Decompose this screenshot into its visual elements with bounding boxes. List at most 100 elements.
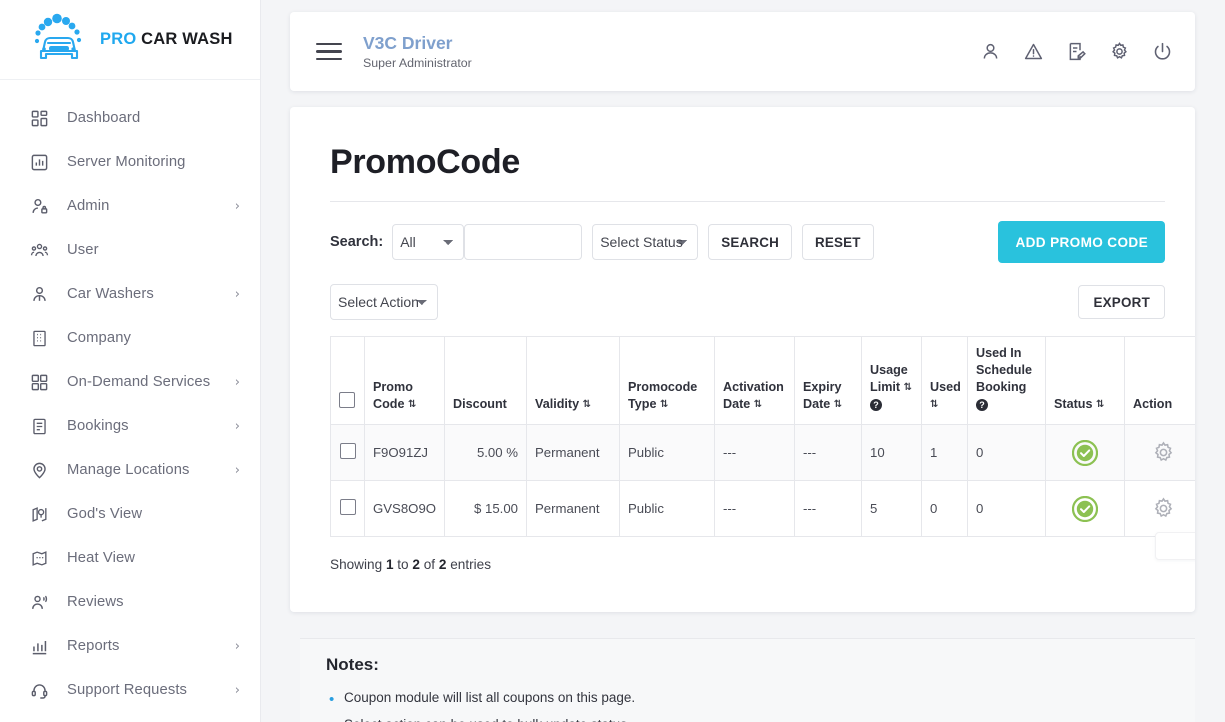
- sort-icon[interactable]: ⇅: [754, 398, 762, 412]
- alert-triangle-icon[interactable]: [1022, 41, 1044, 63]
- building-icon: [28, 327, 50, 349]
- table-head: Promo Code ⇅ Discount Validity ⇅ Promoco…: [330, 336, 1195, 425]
- settings-gear-icon[interactable]: [1151, 496, 1176, 521]
- brand-block: V3C Driver Super Administrator: [363, 33, 472, 70]
- sidebar-item-manage-locations[interactable]: Manage Locations ›: [0, 448, 260, 492]
- select-action-dropdown[interactable]: Select Action: [330, 284, 438, 320]
- help-icon[interactable]: ?: [870, 398, 882, 411]
- cell-used: 0: [921, 480, 968, 537]
- sidebar-item-bookings[interactable]: Bookings ›: [0, 404, 260, 448]
- add-promo-code-button[interactable]: ADD PROMO CODE: [998, 221, 1165, 263]
- sidebar-item-label: Heat View: [67, 550, 136, 566]
- bar-chart-icon: [28, 635, 50, 657]
- showing-from: 1: [385, 557, 394, 572]
- search-button[interactable]: SEARCH: [708, 224, 792, 260]
- chevron-right-icon: ›: [234, 198, 240, 214]
- cell-promocode-type: Public: [619, 424, 715, 481]
- select-all-checkbox[interactable]: [339, 392, 355, 408]
- sidebar-item-admin[interactable]: Admin ›: [0, 184, 260, 228]
- cell-promo-code: F9O91ZJ: [364, 424, 445, 481]
- th-label: Action: [1133, 397, 1173, 411]
- search-input[interactable]: [464, 224, 583, 260]
- sidebar-item-reports[interactable]: Reports ›: [0, 624, 260, 668]
- row-checkbox[interactable]: [339, 499, 356, 515]
- chevron-right-icon: ›: [234, 286, 240, 302]
- sort-icon[interactable]: ⇅: [834, 398, 842, 412]
- cell-used-in-schedule-booking: 0: [967, 424, 1046, 481]
- th-validity[interactable]: Validity ⇅: [526, 336, 620, 425]
- logo[interactable]: PRO CAR WASH: [0, 0, 260, 80]
- row-checkbox[interactable]: [339, 443, 356, 459]
- promocode-table-wrap: Promo Code ⇅ Discount Validity ⇅ Promoco…: [330, 336, 1195, 537]
- logo-text: PRO CAR WASH: [100, 30, 233, 49]
- sort-icon[interactable]: ⇅: [930, 398, 938, 412]
- th-select-all: [330, 336, 365, 425]
- sort-icon[interactable]: ⇅: [660, 398, 668, 412]
- th-label: Promo Code: [373, 380, 413, 411]
- pagination[interactable]: [1155, 532, 1195, 560]
- sort-icon[interactable]: ⇅: [583, 398, 591, 412]
- sidebar-item-label: Manage Locations: [67, 462, 190, 478]
- sidebar-item-heat-view[interactable]: Heat View: [0, 536, 260, 580]
- chevron-right-icon: ›: [234, 462, 240, 478]
- settings-gear-icon[interactable]: [1151, 440, 1176, 465]
- sidebar-item-label: User: [67, 242, 99, 258]
- showing-suffix: entries: [450, 557, 492, 572]
- sidebar-nav: Dashboard Server Monitoring Admin › User…: [0, 80, 260, 712]
- notes-panel: Notes: Coupon module will list all coupo…: [300, 638, 1195, 722]
- hamburger-icon[interactable]: [316, 38, 342, 66]
- sidebar-item-dashboard[interactable]: Dashboard: [0, 96, 260, 140]
- th-expiry-date[interactable]: Expiry Date ⇅: [794, 336, 862, 425]
- notes-title: Notes:: [326, 655, 379, 674]
- status-active-icon[interactable]: [1072, 495, 1098, 522]
- sidebar-item-label: Company: [67, 330, 132, 346]
- page-title: PromoCode: [330, 143, 520, 181]
- sidebar-item-company[interactable]: Company: [0, 316, 260, 360]
- status-active-icon[interactable]: [1072, 439, 1098, 466]
- th-usage-limit[interactable]: Usage Limit ⇅ ?: [861, 336, 922, 425]
- promocode-card: PromoCode Search: All Select Status SEAR…: [290, 107, 1195, 612]
- profile-icon[interactable]: [979, 41, 1001, 63]
- edit-document-icon[interactable]: [1065, 41, 1087, 63]
- showing-to: 2: [412, 557, 420, 572]
- sidebar-item-support-requests[interactable]: Support Requests ›: [0, 668, 260, 712]
- th-status[interactable]: Status ⇅: [1045, 336, 1125, 425]
- th-promocode-type[interactable]: Promocode Type ⇅: [619, 336, 715, 425]
- user-speech-icon: [28, 591, 50, 613]
- search-type-select[interactable]: All: [392, 224, 465, 260]
- promocode-table: Promo Code ⇅ Discount Validity ⇅ Promoco…: [330, 336, 1195, 537]
- sidebar-item-car-washers[interactable]: Car Washers ›: [0, 272, 260, 316]
- th-used-in-schedule-booking: Used In Schedule Booking ?: [967, 336, 1046, 425]
- help-icon[interactable]: ?: [976, 398, 988, 411]
- th-promo-code[interactable]: Promo Code ⇅: [364, 336, 445, 425]
- cell-promo-code: GVS8O9O: [364, 480, 445, 537]
- cell-usage-limit: 10: [861, 424, 922, 481]
- power-icon[interactable]: [1151, 41, 1173, 63]
- th-used[interactable]: Used ⇅: [921, 336, 968, 425]
- notes-list: Coupon module will list all coupons on t…: [326, 688, 1169, 722]
- settings-gear-icon[interactable]: [1108, 41, 1130, 63]
- status-filter-select[interactable]: Select Status: [592, 224, 699, 260]
- sidebar-item-reviews[interactable]: Reviews: [0, 580, 260, 624]
- th-discount: Discount: [444, 336, 527, 425]
- chevron-right-icon: ›: [234, 638, 240, 654]
- sort-icon[interactable]: ⇅: [1096, 398, 1104, 412]
- sort-icon[interactable]: ⇅: [408, 398, 416, 412]
- export-button[interactable]: EXPORT: [1078, 285, 1165, 319]
- note-item: Coupon module will list all coupons on t…: [329, 688, 1169, 711]
- search-label: Search:: [330, 234, 384, 250]
- user-role: Super Administrator: [363, 55, 472, 70]
- sidebar-item-gods-view[interactable]: God's View: [0, 492, 260, 536]
- sort-icon[interactable]: ⇅: [904, 381, 912, 395]
- th-activation-date[interactable]: Activation Date ⇅: [714, 336, 795, 425]
- reset-button[interactable]: RESET: [801, 224, 874, 260]
- sidebar-item-label: God's View: [67, 506, 143, 522]
- cell-status: [1045, 480, 1125, 537]
- th-label: Validity: [535, 397, 580, 411]
- sidebar-item-on-demand-services[interactable]: On-Demand Services ›: [0, 360, 260, 404]
- sidebar-item-label: Reports: [67, 638, 120, 654]
- sidebar-item-server-monitoring[interactable]: Server Monitoring: [0, 140, 260, 184]
- cell-used: 1: [921, 424, 968, 481]
- sidebar-item-user[interactable]: User: [0, 228, 260, 272]
- cell-usage-limit: 5: [861, 480, 922, 537]
